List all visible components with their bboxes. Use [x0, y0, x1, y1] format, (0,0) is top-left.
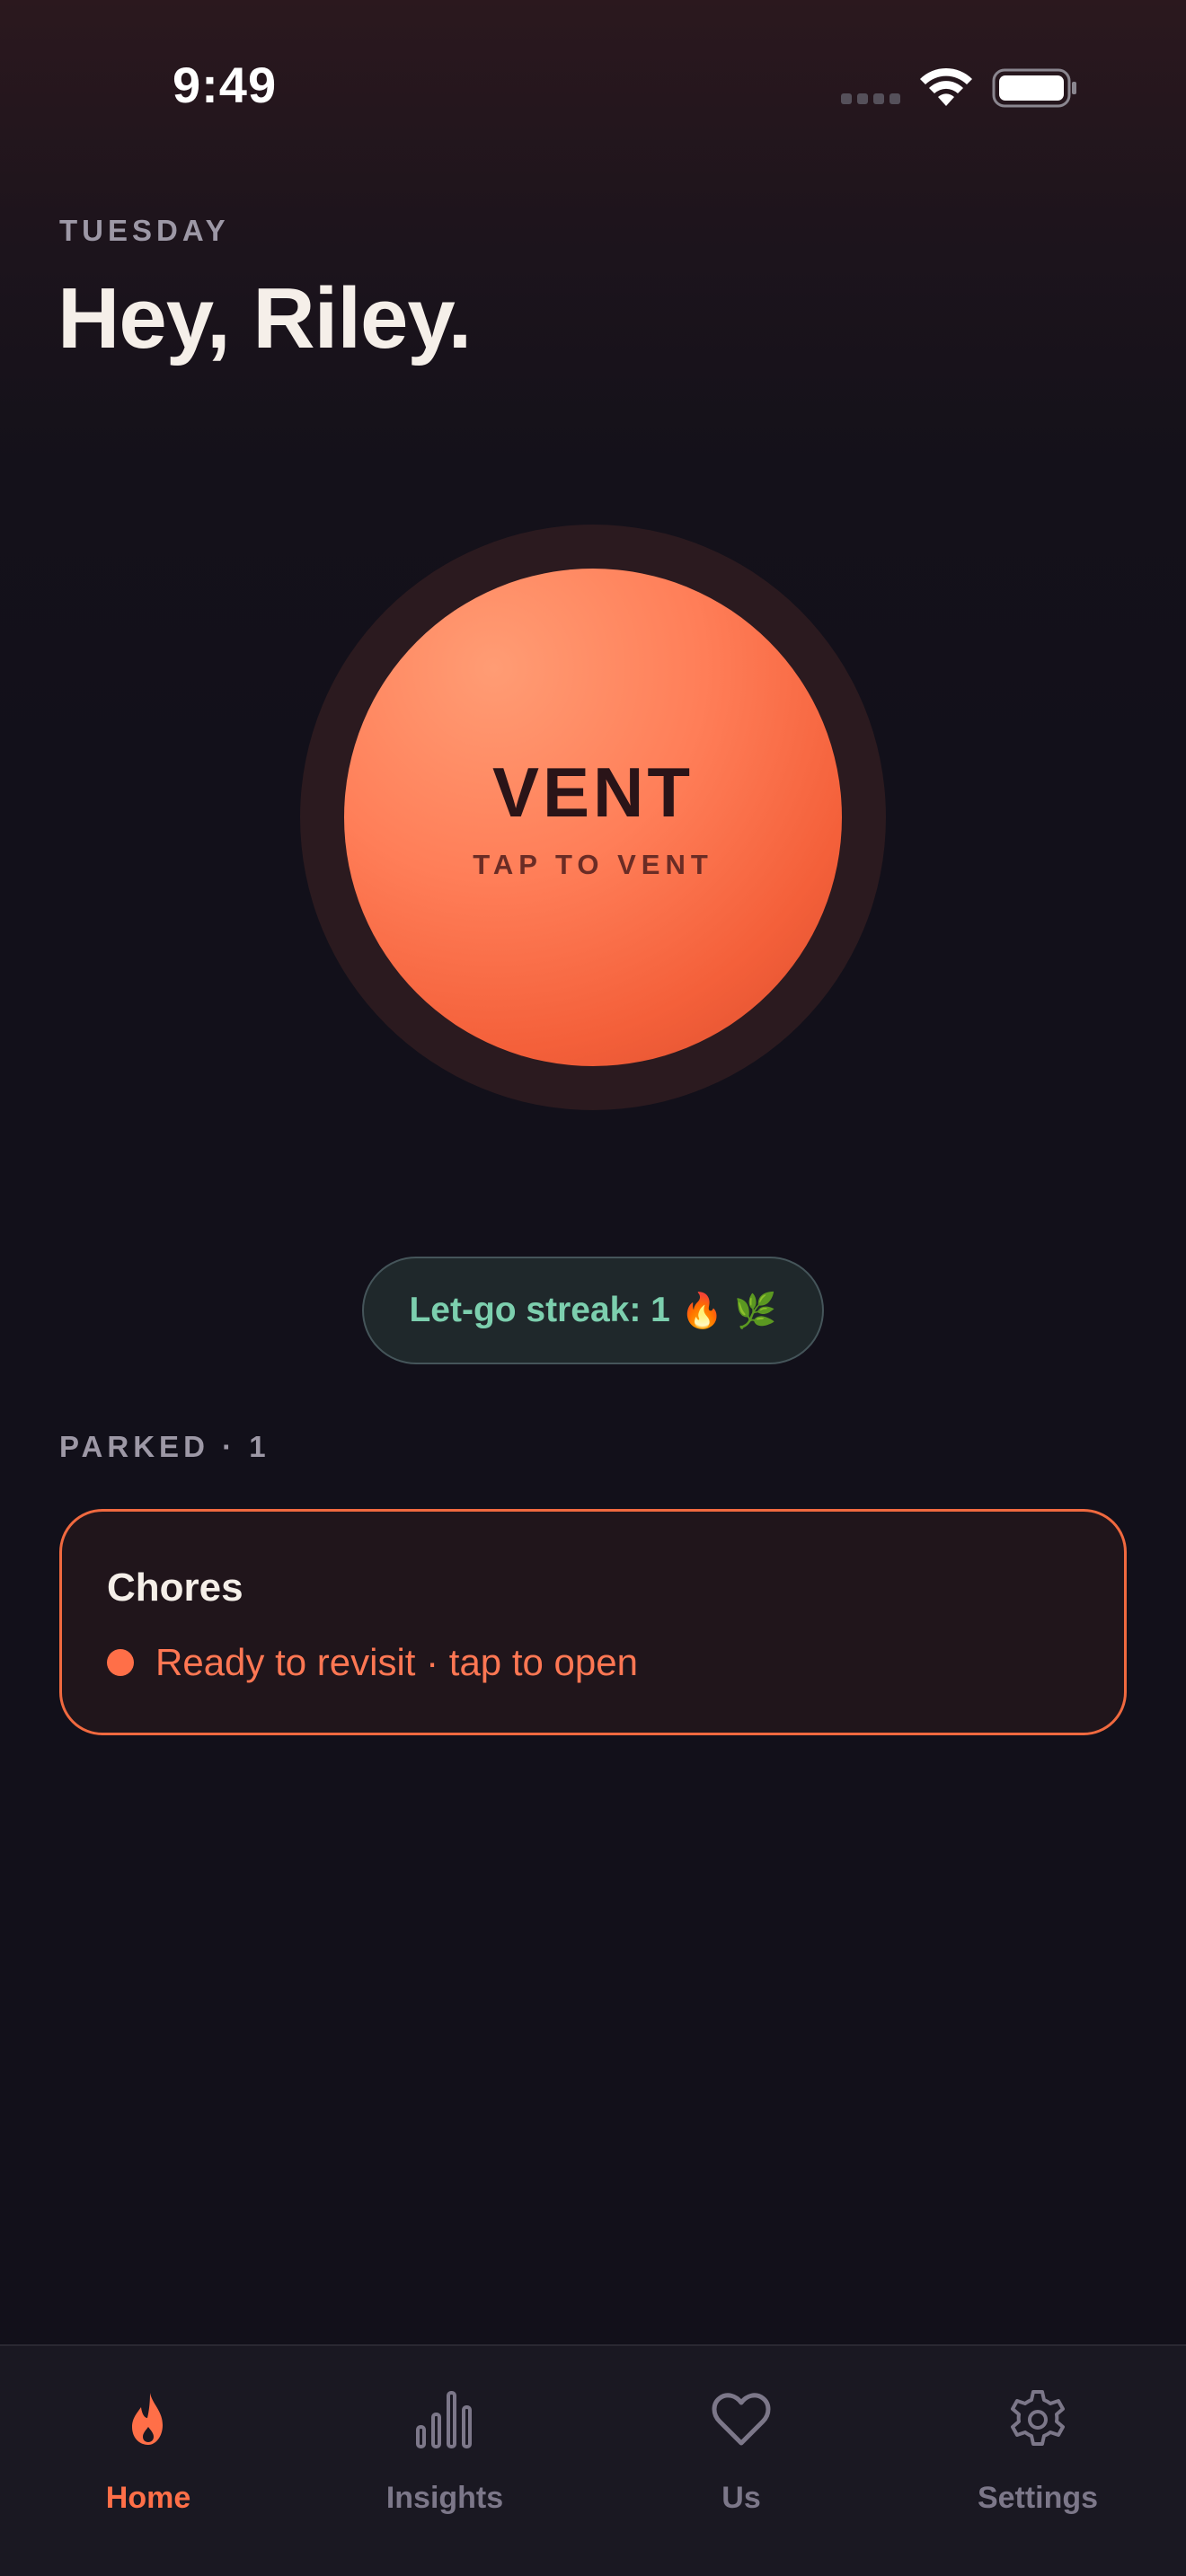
tab-bar: Home Insights Us Settings — [0, 2344, 1186, 2576]
tab-us-label: Us — [721, 2481, 761, 2515]
wifi-icon — [920, 67, 972, 106]
battery-icon — [992, 68, 1076, 108]
flame-icon — [132, 2393, 163, 2445]
tab-home[interactable]: Home — [0, 2346, 296, 2576]
tab-insights-label: Insights — [385, 2481, 504, 2515]
tab-home-label: Home — [105, 2481, 191, 2515]
parked-item-title: Chores — [107, 1566, 243, 1610]
tab-insights[interactable]: Insights — [296, 2346, 593, 2576]
gear-icon — [1011, 2390, 1065, 2446]
tab-settings-label: Settings — [977, 2481, 1099, 2515]
greeting-title: Hey, Riley. — [58, 270, 472, 366]
vent-button[interactable]: VENT TAP TO VENT — [344, 569, 842, 1066]
vent-button-sublabel: TAP TO VENT — [473, 849, 713, 880]
streak-badge: Let-go streak: 1 🔥 🌿 — [362, 1257, 824, 1364]
leaf-icon: 🌿 — [734, 1290, 777, 1330]
tab-us[interactable]: Us — [593, 2346, 890, 2576]
home-screen: 9:49 TUESDAY Hey, Riley. VENT TAP TO VEN… — [0, 0, 1186, 2576]
parked-item-status: Ready to revisit · tap to open — [107, 1641, 638, 1684]
streak-text: Let-go streak: 1 — [409, 1291, 670, 1329]
tab-settings[interactable]: Settings — [890, 2346, 1186, 2576]
fire-icon: 🔥 — [680, 1290, 724, 1330]
vent-button-label: VENT — [491, 753, 695, 832]
bar-chart-icon — [416, 2391, 472, 2448]
parked-item-status-text: Ready to revisit · tap to open — [155, 1641, 638, 1683]
cellular-signal-icon — [841, 93, 900, 104]
parked-section-label: PARKED · 1 — [59, 1430, 270, 1463]
status-time: 9:49 — [173, 57, 278, 113]
status-dot-icon — [107, 1649, 134, 1676]
heart-icon — [712, 2393, 771, 2446]
day-label: TUESDAY — [59, 214, 230, 247]
parked-item-card[interactable]: Chores Ready to revisit · tap to open — [59, 1509, 1127, 1735]
